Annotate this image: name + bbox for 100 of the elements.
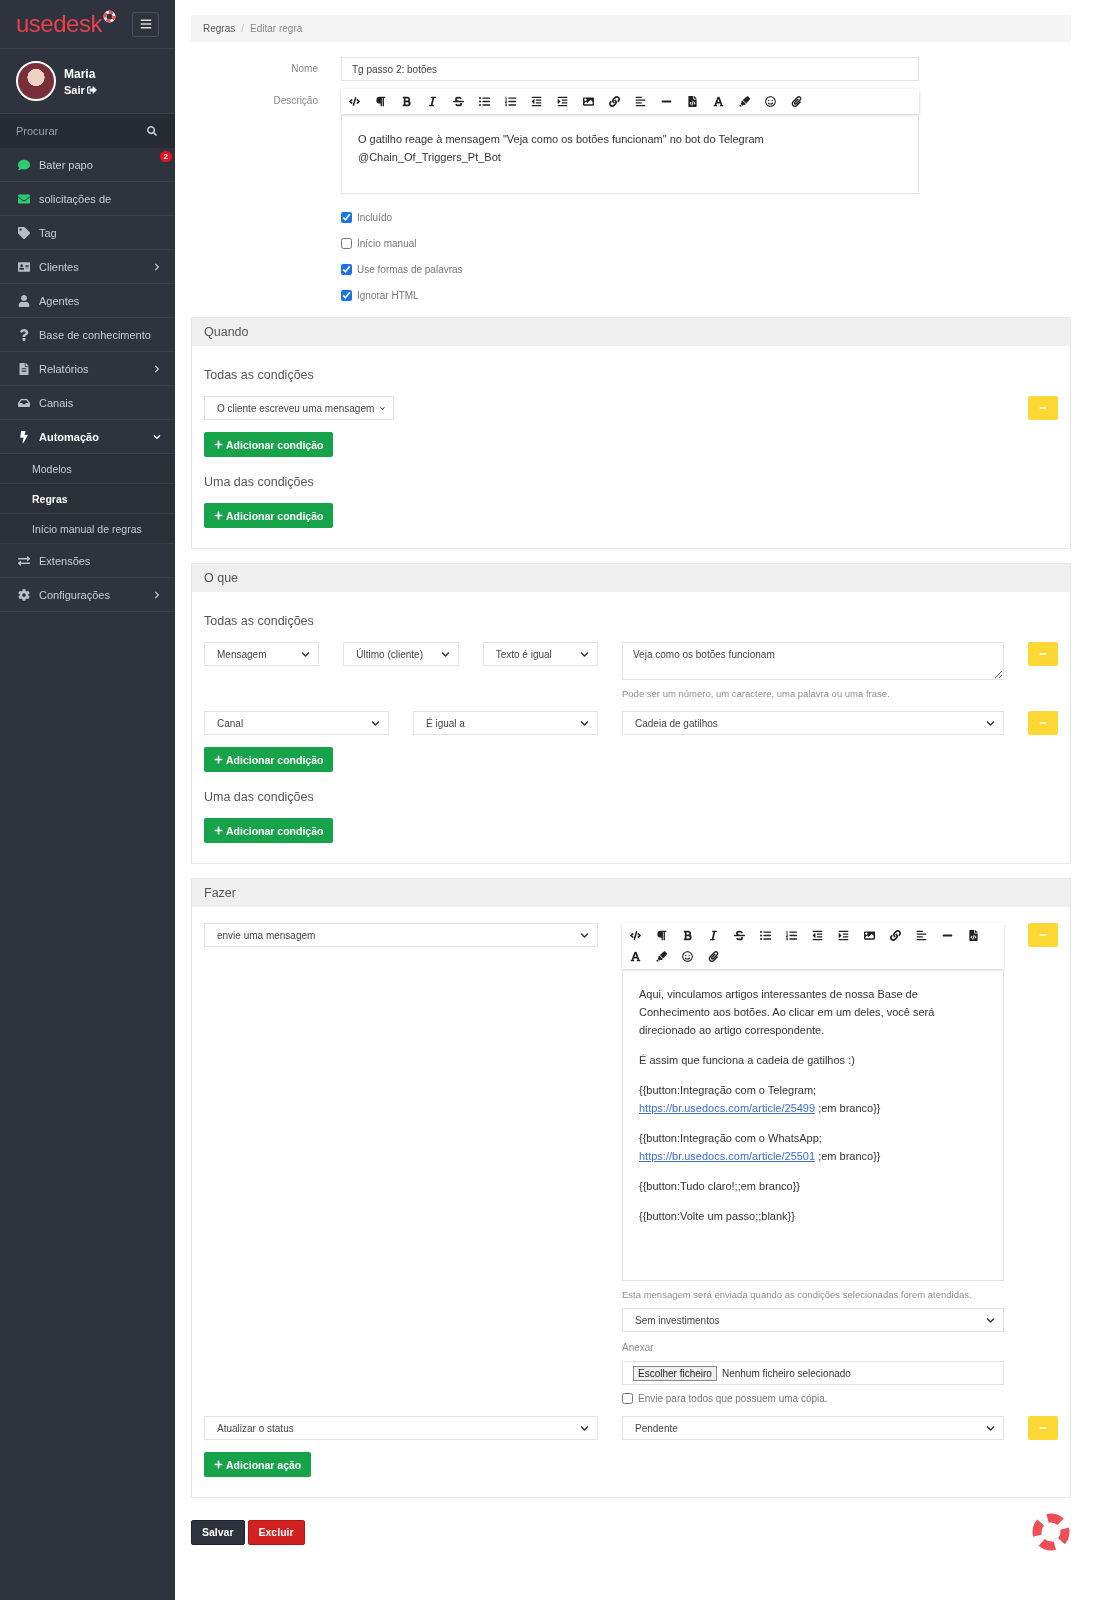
strikethrough-icon[interactable] bbox=[453, 96, 464, 107]
description-editor[interactable]: O gatilho reage à mensagem "Veja como os botões funcionam" no bot do Telegram @Chain_Of_Triggers_Pt_Bot bbox=[341, 114, 919, 194]
sidebar-item[interactable]: Configurações bbox=[0, 578, 175, 612]
name-input[interactable]: Tg passo 2: botões bbox=[341, 57, 919, 81]
emoji-icon[interactable] bbox=[682, 951, 693, 962]
minus-icon bbox=[1039, 404, 1047, 412]
minus-icon bbox=[1039, 650, 1047, 658]
chevron-down-icon bbox=[580, 649, 589, 659]
card-icon bbox=[18, 260, 30, 273]
submenu-item[interactable]: Regras bbox=[0, 484, 175, 514]
help-lifebuoy-icon[interactable] bbox=[1031, 1512, 1071, 1552]
link-icon[interactable] bbox=[890, 930, 901, 941]
strikethrough-icon[interactable] bbox=[734, 930, 745, 941]
align-left-icon[interactable] bbox=[635, 96, 646, 107]
sidebar-item[interactable]: Base de conhecimento bbox=[0, 318, 175, 352]
chevron-down-icon bbox=[371, 718, 380, 728]
highlight-icon[interactable] bbox=[656, 951, 667, 962]
indent-icon[interactable] bbox=[557, 96, 568, 107]
text-color-icon[interactable] bbox=[630, 951, 641, 962]
message-paragraph: É assim que funciona a cadeia de gatilhos :) bbox=[639, 1053, 856, 1068]
dropdown[interactable]: O cliente escreveu uma mensagem bbox=[204, 396, 394, 420]
text-area[interactable]: Veja como os botões funcionam bbox=[622, 642, 1004, 680]
dropdown[interactable]: Atualizar o status bbox=[204, 1416, 598, 1440]
checkbox[interactable] bbox=[341, 212, 352, 223]
envelope-icon bbox=[18, 192, 30, 205]
search-icon bbox=[147, 126, 157, 136]
italic-icon[interactable] bbox=[708, 930, 719, 941]
choose-file-button[interactable]: Escolher ficheiro bbox=[633, 1365, 717, 1381]
submenu-item[interactable]: Modelos bbox=[0, 454, 175, 484]
group-title: Uma das condições bbox=[204, 790, 315, 804]
chevron-down-icon bbox=[986, 718, 995, 728]
article-link[interactable]: https://br.usedocs.com/article/25499 bbox=[639, 1102, 816, 1114]
sidebar-item[interactable]: Bater papo 2 bbox=[0, 148, 175, 182]
bold-icon[interactable] bbox=[682, 930, 693, 941]
emoji-icon[interactable] bbox=[765, 96, 776, 107]
text-color-icon[interactable] bbox=[713, 96, 724, 107]
dropdown[interactable]: Texto é igual bbox=[482, 642, 598, 666]
logo-text: usedesk bbox=[16, 10, 102, 38]
plus-icon bbox=[214, 826, 223, 835]
submenu-item[interactable]: Início manual de regras bbox=[0, 514, 175, 544]
search-field[interactable]: Procurar bbox=[0, 114, 175, 148]
delete-button[interactable]: Excluir bbox=[247, 1519, 305, 1545]
numbered-list-icon[interactable] bbox=[786, 930, 797, 941]
article-link[interactable]: https://br.usedocs.com/article/25501 bbox=[639, 1150, 816, 1162]
lifebuoy-icon[interactable] bbox=[102, 10, 116, 23]
checkbox-label: Início manual bbox=[357, 238, 417, 249]
dropdown[interactable]: Mensagem bbox=[204, 642, 320, 666]
breadcrumb-link[interactable]: Regras bbox=[203, 23, 236, 34]
dropdown[interactable]: É igual a bbox=[413, 711, 598, 735]
dropdown[interactable]: Sem investimentos bbox=[622, 1308, 1004, 1332]
paragraph-icon[interactable] bbox=[656, 930, 667, 941]
logout-link[interactable]: Sair bbox=[64, 83, 97, 96]
image-icon[interactable] bbox=[583, 96, 594, 107]
breadcrumb-current: Editar regra bbox=[250, 23, 303, 34]
align-left-icon[interactable] bbox=[916, 930, 927, 941]
section-title: Quando bbox=[192, 318, 1070, 346]
code-view-icon[interactable] bbox=[687, 96, 698, 107]
paperclip-icon[interactable] bbox=[791, 96, 802, 107]
code-icon[interactable] bbox=[349, 96, 360, 107]
sidebar-item[interactable]: Relatórios bbox=[0, 352, 175, 386]
checkbox[interactable] bbox=[341, 290, 352, 301]
numbered-list-icon[interactable] bbox=[505, 96, 516, 107]
code-view-icon[interactable] bbox=[968, 930, 979, 941]
dropdown[interactable]: Pendente bbox=[622, 1416, 1004, 1440]
bullet-list-icon[interactable] bbox=[760, 930, 771, 941]
checkbox[interactable] bbox=[622, 1393, 633, 1404]
field-label: Descrição bbox=[272, 94, 318, 106]
sidebar-item[interactable]: Agentes bbox=[0, 284, 175, 318]
paperclip-icon[interactable] bbox=[708, 951, 719, 962]
message-editor[interactable] bbox=[622, 969, 1004, 1281]
highlight-icon[interactable] bbox=[739, 96, 750, 107]
sidebar-item[interactable]: Extensões bbox=[0, 544, 175, 578]
plus-icon bbox=[214, 755, 223, 764]
user-name: Maria bbox=[64, 66, 97, 81]
file-field[interactable]: Escolher ficheiro Nenhum ficheiro selecionado bbox=[622, 1361, 1004, 1385]
checkbox[interactable] bbox=[341, 264, 352, 275]
dropdown[interactable]: envie uma mensagem bbox=[204, 923, 598, 947]
hint-text: Pode ser um número, um caractere, uma palavra ou uma frase. bbox=[622, 688, 891, 699]
bold-icon[interactable] bbox=[401, 96, 412, 107]
outdent-icon[interactable] bbox=[812, 930, 823, 941]
outdent-icon[interactable] bbox=[531, 96, 542, 107]
dropdown[interactable]: Último (cliente) bbox=[343, 642, 459, 666]
bullet-list-icon[interactable] bbox=[479, 96, 490, 107]
menu-button[interactable] bbox=[132, 11, 159, 37]
save-button[interactable]: Salvar bbox=[191, 1519, 245, 1545]
italic-icon[interactable] bbox=[427, 96, 438, 107]
paragraph-icon[interactable] bbox=[375, 96, 386, 107]
checkbox-label: Ignorar HTML bbox=[357, 290, 419, 301]
sidebar-item[interactable]: Tag bbox=[0, 216, 175, 250]
image-icon[interactable] bbox=[864, 930, 875, 941]
link-icon[interactable] bbox=[609, 96, 620, 107]
sidebar-item[interactable]: Canais bbox=[0, 386, 175, 420]
checkbox[interactable] bbox=[341, 238, 352, 249]
breadcrumb-separator: / bbox=[241, 23, 245, 34]
sidebar-item[interactable]: Clientes bbox=[0, 250, 175, 284]
dropdown[interactable]: Cadeia de gatilhos bbox=[622, 711, 1004, 735]
sidebar-item[interactable]: solicitações de bbox=[0, 182, 175, 216]
indent-icon[interactable] bbox=[838, 930, 849, 941]
dropdown[interactable]: Canal bbox=[204, 711, 389, 735]
code-icon[interactable] bbox=[630, 930, 641, 941]
